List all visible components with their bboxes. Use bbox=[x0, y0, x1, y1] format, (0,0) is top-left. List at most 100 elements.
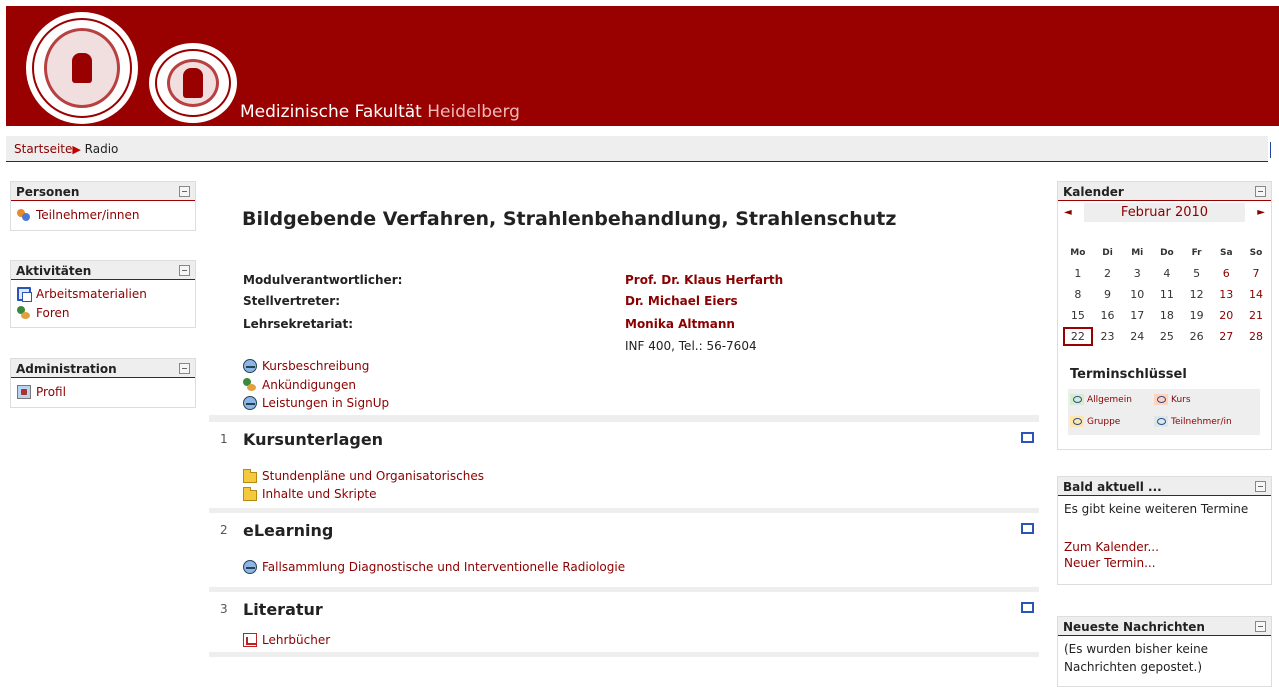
section-title: Kursunterlagen bbox=[243, 430, 384, 449]
block-header: Neueste Nachrichten bbox=[1058, 617, 1271, 636]
calendar-day[interactable]: 21 bbox=[1241, 309, 1271, 322]
calendar-day[interactable]: 2 bbox=[1093, 267, 1123, 280]
university-seal-logo[interactable] bbox=[26, 12, 138, 124]
resource-item[interactable]: Ankündigungen bbox=[243, 378, 356, 392]
resource-item[interactable]: Lehrbücher bbox=[243, 633, 330, 647]
key-item-course[interactable]: Kurs bbox=[1154, 394, 1191, 405]
resource-item[interactable]: Kursbeschreibung bbox=[243, 359, 369, 373]
forums-link[interactable]: Foren bbox=[36, 306, 69, 320]
block-calendar: Kalender ◄ Februar 2010 ► Mo Di Mi Do Fr… bbox=[1057, 181, 1272, 450]
site-title: Medizinische Fakultät Heidelberg bbox=[240, 102, 520, 122]
breadcrumb: Startseite▶ Radio bbox=[14, 142, 118, 156]
folder-link[interactable]: Inhalte und Skripte bbox=[262, 487, 377, 501]
textbooks-link[interactable]: Lehrbücher bbox=[262, 633, 330, 647]
sidebar-item-forums[interactable]: Foren bbox=[17, 303, 189, 322]
resource-item[interactable]: Stundenpläne und Organisatorisches bbox=[243, 468, 484, 483]
calendar-day[interactable]: 3 bbox=[1122, 267, 1152, 280]
sidebar-item-participants[interactable]: Teilnehmer/innen bbox=[17, 205, 189, 224]
calendar-day[interactable]: 11 bbox=[1152, 288, 1182, 301]
info-value: Dr. Michael Eiers bbox=[625, 294, 738, 308]
collapse-toggle-icon[interactable] bbox=[179, 186, 190, 197]
signup-link[interactable]: Leistungen in SignUp bbox=[262, 396, 389, 410]
calendar-day[interactable]: 27 bbox=[1211, 330, 1241, 343]
show-only-section-icon[interactable] bbox=[1021, 523, 1034, 534]
info-label: Modulverantwortlicher: bbox=[243, 273, 403, 287]
block-latest-news: Neueste Nachrichten (Es wurden bisher ke… bbox=[1057, 616, 1272, 687]
collapse-toggle-icon[interactable] bbox=[1255, 621, 1266, 632]
resource-item[interactable]: Fallsammlung Diagnostische und Intervent… bbox=[243, 560, 625, 574]
calendar-day[interactable]: 16 bbox=[1093, 309, 1123, 322]
block-title: Bald aktuell ... bbox=[1063, 480, 1162, 494]
folder-link[interactable]: Stundenpläne und Organisatorisches bbox=[262, 469, 484, 483]
previous-month-icon[interactable]: ◄ bbox=[1064, 207, 1072, 218]
calendar-day-today[interactable]: 22 bbox=[1063, 327, 1093, 346]
weekday: Do bbox=[1160, 247, 1174, 258]
collapse-toggle-icon[interactable] bbox=[179, 265, 190, 276]
block-personen: Personen Teilnehmer/innen bbox=[10, 181, 196, 231]
new-event-link[interactable]: Neuer Termin... bbox=[1064, 556, 1156, 570]
key-item-group[interactable]: Gruppe bbox=[1070, 416, 1120, 427]
breadcrumb-home-link[interactable]: Startseite bbox=[14, 142, 72, 156]
calendar-day[interactable]: 7 bbox=[1241, 267, 1271, 280]
weekday: Fr bbox=[1191, 247, 1202, 258]
key-label: Kurs bbox=[1171, 394, 1191, 405]
folder-icon bbox=[243, 468, 257, 483]
key-label: Allgemein bbox=[1087, 394, 1132, 405]
next-month-icon[interactable]: ► bbox=[1257, 207, 1265, 218]
go-to-calendar-link[interactable]: Zum Kalender... bbox=[1064, 540, 1159, 554]
weekday: Mo bbox=[1070, 247, 1086, 258]
key-item-participant[interactable]: Teilnehmer/in bbox=[1154, 416, 1232, 427]
calendar-day[interactable]: 18 bbox=[1152, 309, 1182, 322]
section-number: 1 bbox=[220, 432, 228, 446]
topic-section: 2 eLearning Fallsammlung Diagnostische u… bbox=[209, 513, 1039, 587]
show-only-section-icon[interactable] bbox=[1021, 602, 1034, 613]
sidebar-item-profile[interactable]: Profil bbox=[17, 382, 189, 401]
resource-item[interactable]: Leistungen in SignUp bbox=[243, 396, 389, 410]
calendar-day[interactable]: 6 bbox=[1211, 267, 1241, 280]
calendar-month[interactable]: Februar 2010 bbox=[1084, 203, 1245, 222]
course-title: Bildgebende Verfahren, Strahlenbehandlun… bbox=[242, 208, 897, 230]
collapse-toggle-icon[interactable] bbox=[1255, 186, 1266, 197]
calendar-day[interactable]: 23 bbox=[1093, 330, 1123, 343]
calendar-day[interactable]: 1 bbox=[1063, 267, 1093, 280]
course-description-link[interactable]: Kursbeschreibung bbox=[262, 359, 369, 373]
case-collection-link[interactable]: Fallsammlung Diagnostische und Intervent… bbox=[262, 560, 625, 574]
show-only-section-icon[interactable] bbox=[1021, 432, 1034, 443]
calendar-day[interactable]: 4 bbox=[1152, 267, 1182, 280]
collapse-toggle-icon[interactable] bbox=[1255, 481, 1266, 492]
key-item-general[interactable]: Allgemein bbox=[1070, 394, 1132, 405]
sidebar-item-resources[interactable]: Arbeitsmaterialien bbox=[17, 284, 189, 303]
breadcrumb-separator-icon: ▶ bbox=[72, 143, 81, 156]
calendar-day[interactable]: 17 bbox=[1122, 309, 1152, 322]
resource-item[interactable]: Inhalte und Skripte bbox=[243, 486, 377, 501]
calendar-week-row: 22 23 24 25 26 27 28 bbox=[1063, 326, 1271, 347]
calendar-day[interactable]: 26 bbox=[1182, 330, 1212, 343]
weekday: So bbox=[1249, 247, 1263, 258]
calendar-day[interactable]: 19 bbox=[1182, 309, 1212, 322]
calendar-day[interactable]: 13 bbox=[1211, 288, 1241, 301]
calendar-day[interactable]: 10 bbox=[1122, 288, 1152, 301]
key-label: Teilnehmer/in bbox=[1171, 416, 1232, 427]
calendar-day[interactable]: 20 bbox=[1211, 309, 1241, 322]
section-title: eLearning bbox=[243, 521, 334, 540]
topic-section: 1 Kursunterlagen Stundenpläne und Organi… bbox=[209, 422, 1039, 508]
calendar-day[interactable]: 12 bbox=[1182, 288, 1212, 301]
participants-link[interactable]: Teilnehmer/innen bbox=[36, 208, 140, 222]
calendar-day[interactable]: 28 bbox=[1241, 330, 1271, 343]
no-news-text-line2: Nachrichten gepostet.) bbox=[1064, 660, 1203, 674]
site-title-sub: Heidelberg bbox=[427, 102, 520, 122]
profile-link[interactable]: Profil bbox=[36, 385, 66, 399]
calendar-day[interactable]: 24 bbox=[1122, 330, 1152, 343]
calendar-day[interactable]: 25 bbox=[1152, 330, 1182, 343]
collapse-toggle-icon[interactable] bbox=[179, 363, 190, 374]
profile-icon bbox=[17, 384, 31, 399]
calendar-day[interactable]: 14 bbox=[1241, 288, 1271, 301]
calendar-day[interactable]: 5 bbox=[1182, 267, 1212, 280]
faculty-seal-logo[interactable] bbox=[149, 43, 237, 123]
calendar-day[interactable]: 9 bbox=[1093, 288, 1123, 301]
calendar-day[interactable]: 8 bbox=[1063, 288, 1093, 301]
calendar-day[interactable]: 15 bbox=[1063, 309, 1093, 322]
resources-link[interactable]: Arbeitsmaterialien bbox=[36, 287, 147, 301]
calendar-nav: ◄ Februar 2010 ► bbox=[1062, 203, 1267, 223]
announcements-link[interactable]: Ankündigungen bbox=[262, 378, 356, 392]
